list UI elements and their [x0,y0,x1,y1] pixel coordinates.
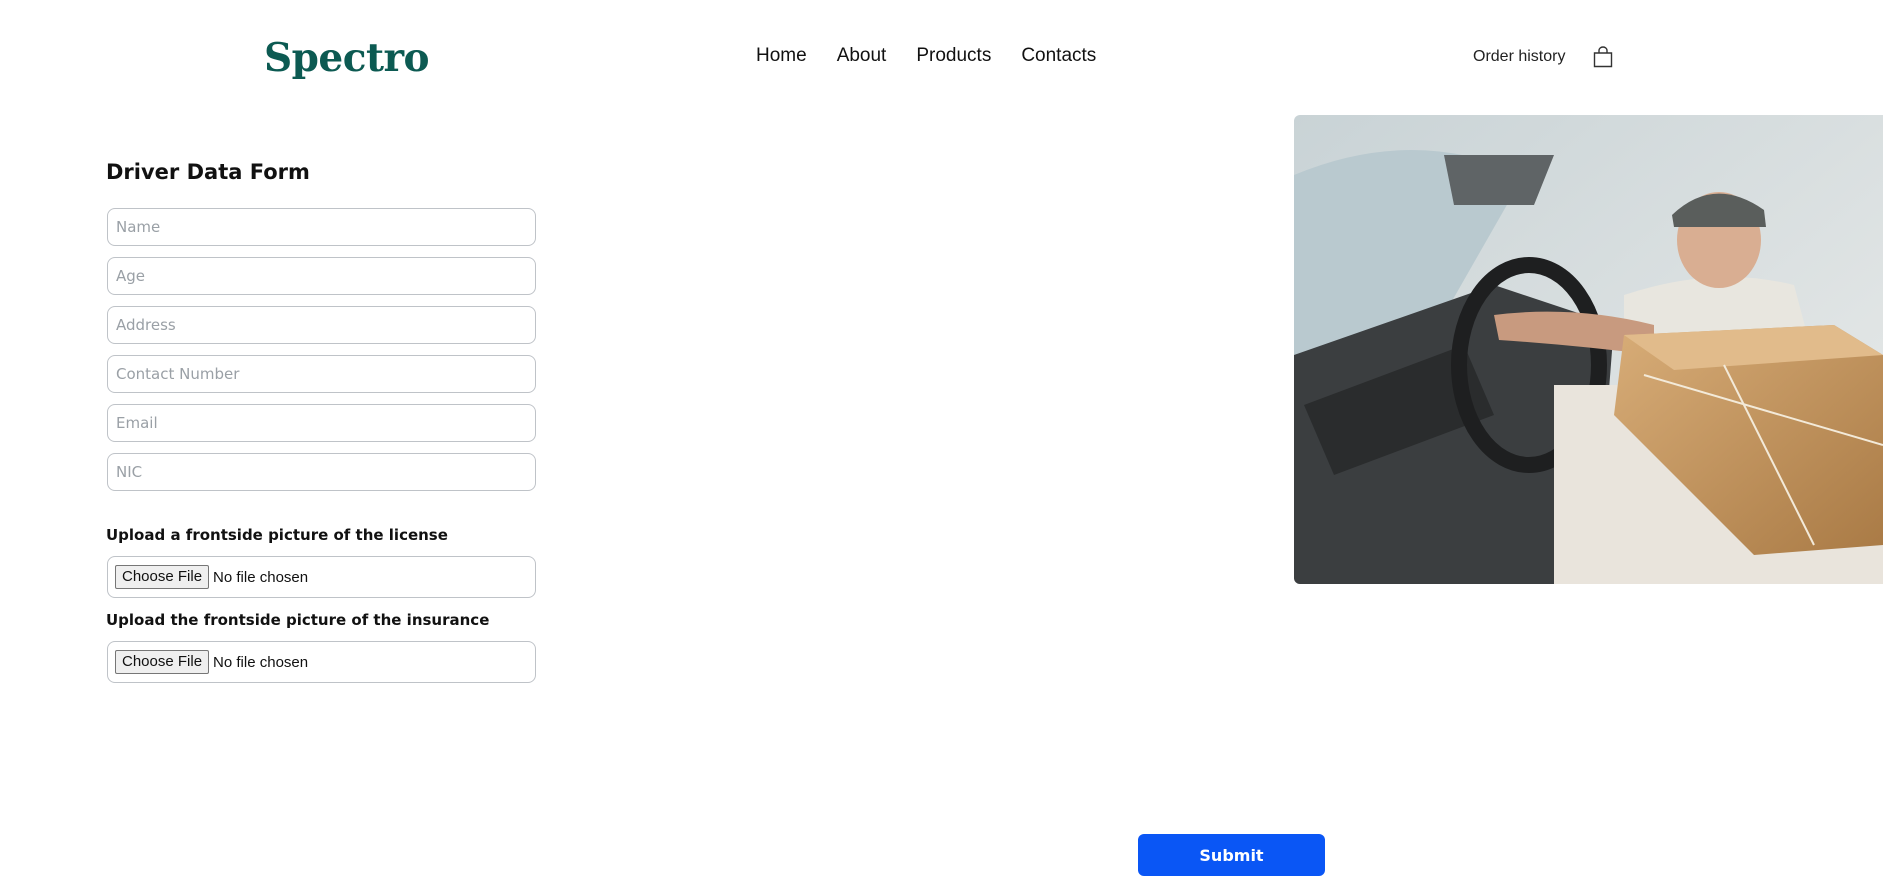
nav-home[interactable]: Home [756,44,807,68]
license-file-input[interactable]: Choose File No file chosen [107,556,536,598]
name-input[interactable] [107,208,536,246]
order-history-link[interactable]: Order history [1473,47,1565,67]
file-status: No file chosen [213,653,309,671]
choose-file-button[interactable]: Choose File [115,565,210,589]
form-title: Driver Data Form [106,160,310,184]
address-input[interactable] [107,306,536,344]
insurance-upload-label: Upload the frontside picture of the insu… [106,611,490,629]
license-upload-label: Upload a frontside picture of the licens… [106,526,448,544]
shopping-bag-icon[interactable] [1593,46,1613,68]
choose-file-button[interactable]: Choose File [115,650,210,674]
delivery-driver-photo [1294,115,1883,584]
main-nav: Home About Products Contacts [756,44,1096,68]
nav-contacts[interactable]: Contacts [1021,44,1096,68]
email-input[interactable] [107,404,536,442]
age-input[interactable] [107,257,536,295]
nic-input[interactable] [107,453,536,491]
logo[interactable]: Spectro [264,34,430,82]
contact-number-input[interactable] [107,355,536,393]
nav-about[interactable]: About [837,44,887,68]
file-status: No file chosen [213,568,309,586]
submit-button[interactable]: Submit [1138,834,1325,876]
nav-products[interactable]: Products [916,44,991,68]
insurance-file-input[interactable]: Choose File No file chosen [107,641,536,683]
